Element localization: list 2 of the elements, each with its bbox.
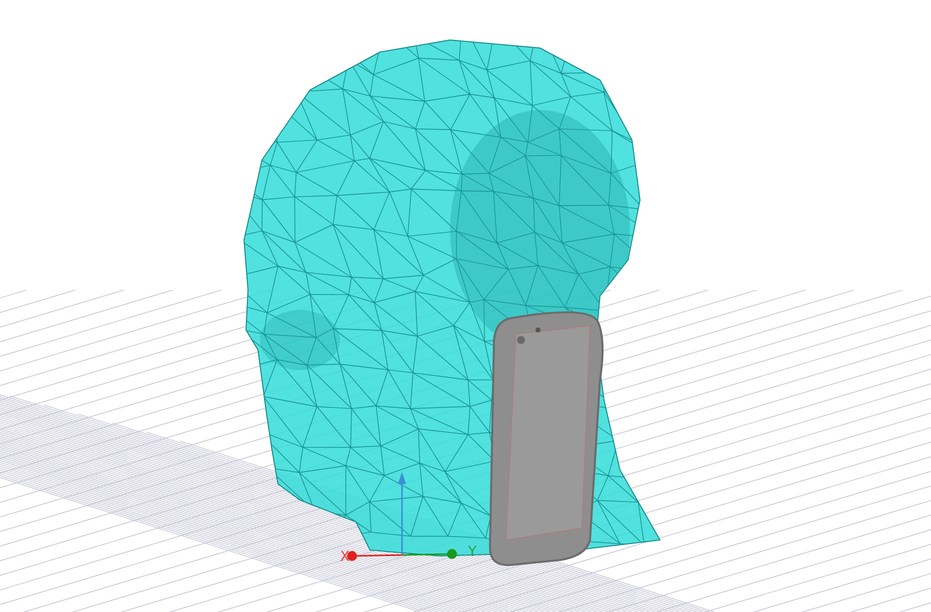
axis-label: X: [340, 549, 350, 565]
phone-drawing[interactable]: [489, 311, 604, 566]
